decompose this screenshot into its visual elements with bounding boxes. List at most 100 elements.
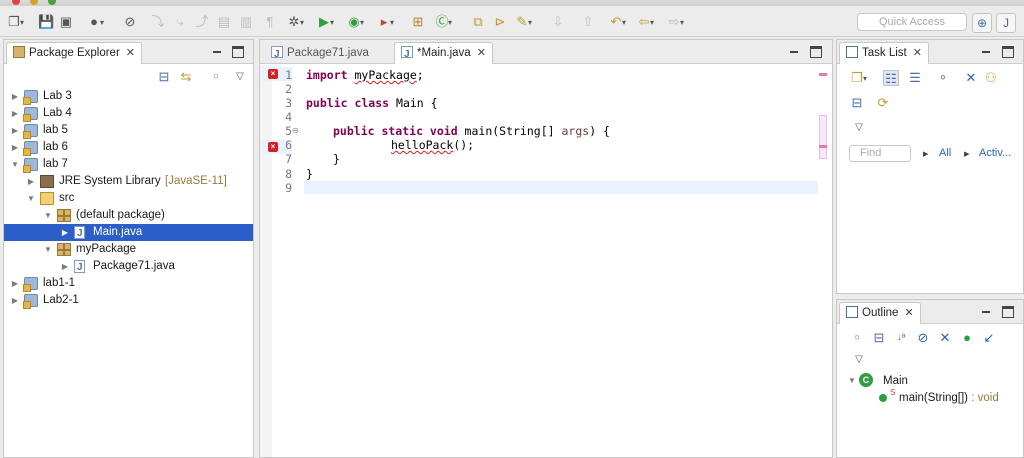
coverage-icon[interactable]: ◉: [346, 14, 364, 31]
error-marker-icon[interactable]: ×: [268, 142, 278, 152]
view-menu-icon[interactable]: ▽: [232, 69, 248, 85]
tab-main-java[interactable]: *Main.java ✕: [394, 42, 493, 65]
save-all-icon[interactable]: ▣: [58, 14, 74, 30]
tree-item[interactable]: ▼ lab 7: [4, 156, 253, 173]
profile-icon[interactable]: ●: [86, 14, 104, 31]
new-wizard-icon[interactable]: ❐: [6, 14, 24, 31]
tree-item[interactable]: ▶ Main.java: [4, 224, 253, 242]
maximize-icon[interactable]: [810, 46, 822, 58]
new-java-class-icon[interactable]: Ⓒ: [434, 14, 452, 31]
collapse-all-icon[interactable]: ⊟: [871, 330, 887, 346]
minimize-icon[interactable]: [788, 46, 800, 58]
code-editor[interactable]: × × ⊖ 1 2 3 4 5 6 7 8 9 import myPackage…: [260, 65, 832, 457]
categorized-icon[interactable]: ☷: [883, 70, 899, 86]
tree-item[interactable]: ▼ src: [4, 190, 253, 207]
tab-outline[interactable]: Outline ✕: [839, 302, 921, 324]
tab-package71-java[interactable]: Package71.java: [264, 42, 376, 65]
tree-item[interactable]: ▶ Package71.java: [4, 258, 253, 276]
expand-arrow-icon[interactable]: ▶: [10, 122, 20, 139]
collapse-all-icon[interactable]: ⊟: [156, 69, 172, 85]
open-type-icon[interactable]: ⧉: [470, 14, 486, 30]
error-marker-icon[interactable]: ×: [268, 69, 278, 79]
java-perspective-icon[interactable]: J: [996, 13, 1016, 33]
expand-class-icon[interactable]: ▼: [847, 376, 857, 385]
last-edit-location-icon[interactable]: ↶: [608, 14, 626, 31]
hide-completed-icon[interactable]: ✕: [963, 70, 979, 86]
collapse-arrow-icon[interactable]: ▼: [26, 190, 36, 207]
focus-workweek-icon[interactable]: ⚬: [935, 70, 951, 86]
collapse-all-icon[interactable]: ⊟: [849, 95, 865, 111]
close-window-button[interactable]: [12, 0, 20, 5]
expand-arrow-icon[interactable]: ▶: [10, 292, 20, 309]
collapse-arrow-icon[interactable]: ▼: [43, 207, 53, 224]
overview-range[interactable]: [819, 115, 827, 159]
tree-item[interactable]: ▶ Lab2-1: [4, 292, 253, 309]
minimize-icon[interactable]: [980, 46, 992, 58]
tree-item[interactable]: ▶ JRE System Library [JavaSE-11]: [4, 173, 253, 190]
save-icon[interactable]: 💾: [38, 14, 54, 30]
minimize-icon[interactable]: [980, 306, 992, 318]
expand-arrow-icon[interactable]: ▶: [60, 258, 70, 275]
hide-fields-icon[interactable]: ⊘: [915, 330, 931, 346]
outline-method[interactable]: main(String[]) : void: [899, 392, 999, 404]
quick-access-input[interactable]: Quick Access: [857, 13, 967, 31]
zoom-window-button[interactable]: [48, 0, 56, 5]
debug-step-icon: ⤵: [151, 14, 165, 29]
all-expand-icon[interactable]: ▸: [923, 147, 929, 160]
link-with-editor-icon[interactable]: ⇆: [178, 69, 194, 85]
debug-run-icon[interactable]: ✲: [286, 14, 304, 31]
tab-package-explorer[interactable]: Package Explorer ✕: [6, 42, 142, 64]
run-icon[interactable]: ▶: [316, 14, 334, 31]
maximize-icon[interactable]: [1002, 306, 1014, 318]
expand-arrow-icon[interactable]: ▶: [10, 105, 20, 122]
minimize-icon[interactable]: [211, 46, 223, 58]
tree-item[interactable]: ▶ lab 5: [4, 122, 253, 139]
expand-arrow-icon[interactable]: ▶: [10, 139, 20, 156]
maximize-icon[interactable]: [232, 46, 244, 58]
tab-task-list[interactable]: Task List ✕: [839, 42, 929, 64]
open-task-icon[interactable]: ⊳: [492, 14, 508, 30]
all-link[interactable]: All: [939, 147, 951, 159]
close-tab-icon[interactable]: ✕: [913, 47, 922, 59]
close-tab-icon[interactable]: ✕: [904, 307, 913, 319]
close-tab-icon[interactable]: ✕: [126, 47, 135, 59]
overview-error-mark[interactable]: [819, 145, 827, 148]
open-perspective-icon[interactable]: ⊕: [972, 13, 992, 33]
maximize-icon[interactable]: [1002, 46, 1014, 58]
expand-arrow-icon[interactable]: ▶: [10, 275, 20, 292]
collapse-arrow-icon[interactable]: ▼: [43, 241, 53, 258]
hide-local-types-icon[interactable]: ↙: [981, 330, 997, 346]
tree-item[interactable]: ▼ myPackage: [4, 241, 253, 258]
expand-arrow-icon[interactable]: ▶: [26, 173, 36, 190]
tree-item[interactable]: ▶ Lab 3: [4, 88, 253, 105]
tree-item[interactable]: ▶ lab 6: [4, 139, 253, 156]
hide-non-public-icon[interactable]: ●: [959, 330, 975, 346]
minimize-window-button[interactable]: [30, 0, 38, 5]
show-people-icon[interactable]: ⚇: [983, 70, 999, 86]
new-task-icon[interactable]: ❐: [849, 70, 867, 87]
new-java-package-icon[interactable]: ⊞: [410, 14, 426, 30]
activate-expand-icon[interactable]: ▸: [964, 147, 970, 160]
sync-icon[interactable]: ⟳: [875, 95, 891, 111]
fold-toggle-icon[interactable]: ⊖: [292, 126, 299, 135]
scheduled-icon[interactable]: ☰: [907, 70, 923, 86]
collapse-arrow-icon[interactable]: ▼: [10, 156, 20, 173]
expand-arrow-icon[interactable]: ▶: [60, 224, 70, 241]
activate-link[interactable]: Activ...: [979, 147, 1011, 159]
find-input[interactable]: Find: [849, 145, 911, 162]
tree-item[interactable]: ▶ lab1-1: [4, 275, 253, 292]
overview-error-mark[interactable]: [819, 73, 827, 76]
hide-static-icon[interactable]: ✕: [937, 330, 953, 346]
view-menu-icon[interactable]: ▽: [851, 352, 867, 368]
skip-breakpoints-icon[interactable]: ⊘: [122, 14, 138, 30]
tree-item[interactable]: ▶ Lab 4: [4, 105, 253, 122]
outline-class-label[interactable]: Main: [883, 375, 908, 387]
external-tools-icon[interactable]: ▸: [376, 14, 394, 31]
back-icon[interactable]: ⇦: [636, 14, 654, 31]
expand-arrow-icon[interactable]: ▶: [10, 88, 20, 105]
search-icon[interactable]: ✎: [514, 14, 532, 31]
tree-item[interactable]: ▼ (default package): [4, 207, 253, 224]
sort-icon[interactable]: ↓ᵃ: [893, 330, 909, 346]
close-tab-icon[interactable]: ✕: [477, 47, 486, 59]
view-menu-icon[interactable]: ▽: [851, 120, 867, 136]
